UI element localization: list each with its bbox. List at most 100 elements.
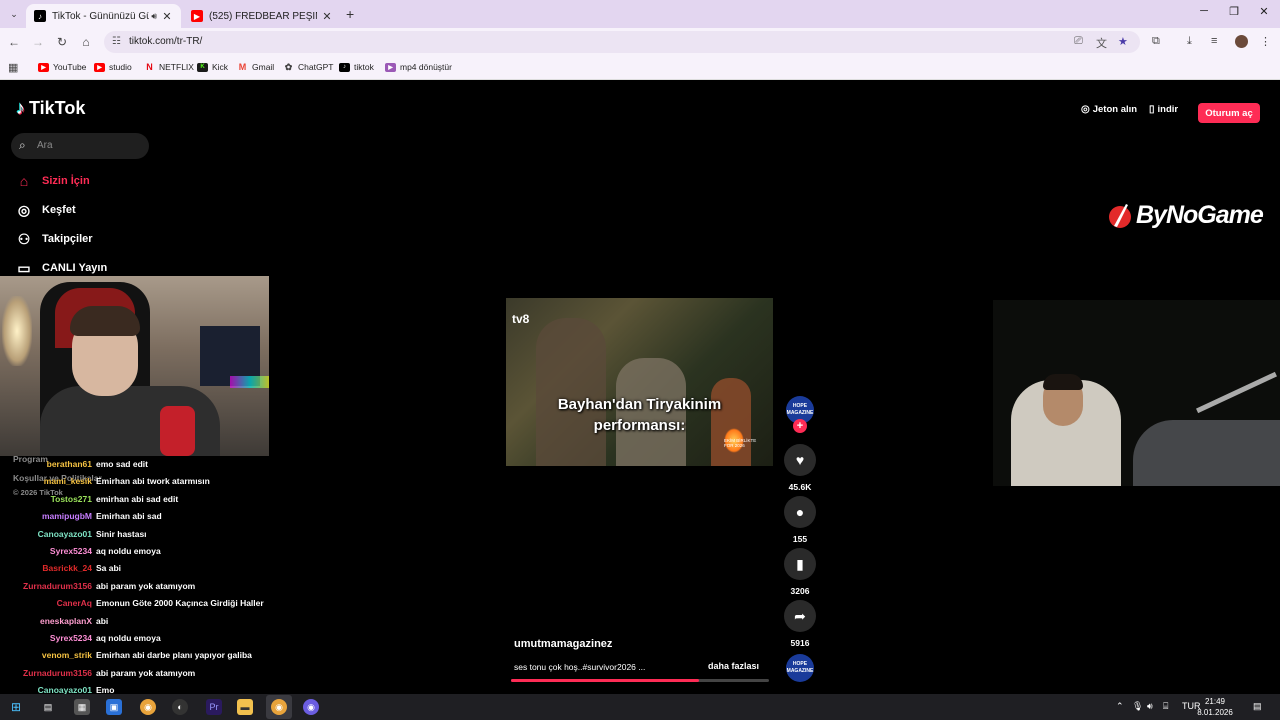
extensions-icon[interactable]: ⧉ — [1152, 35, 1160, 48]
network-icon[interactable]: ⌸ — [1163, 701, 1168, 712]
comment-button[interactable]: ● — [784, 496, 816, 528]
save-button[interactable]: ▮ — [784, 548, 816, 580]
volume-icon[interactable]: 🔊︎ — [1147, 701, 1153, 712]
chatgpt-icon: ✿ — [284, 61, 293, 72]
chat-username: Zurnadurum3156 — [23, 667, 92, 678]
speaker-icon[interactable]: 🔊︎ — [151, 11, 157, 22]
restore-icon[interactable]: ❐ — [1226, 5, 1242, 18]
task-view-icon[interactable]: ▤ — [40, 699, 56, 715]
back-icon[interactable]: ← — [6, 34, 22, 50]
chat-username: mamipugbM — [41, 511, 92, 522]
bookmark-kick[interactable]: K Kick — [197, 62, 228, 72]
bookmark-label: NETFLIX — [159, 62, 194, 72]
reading-list-icon[interactable]: ≡ — [1211, 35, 1217, 47]
nav-label: Sizin İçin — [42, 175, 90, 187]
bookmark-netflix[interactable]: N NETFLIX — [144, 62, 194, 72]
chat-message: Tostos271 emirhan abi sad edit — [0, 494, 179, 504]
video-caption: Bayhan'dan Tiryakinim performansı: — [506, 394, 773, 436]
notification-icon[interactable]: ▤ — [1253, 701, 1262, 712]
url-text[interactable]: tiktok.com/tr-TR/ — [129, 36, 202, 47]
tiktok-note-icon: ♪ — [16, 98, 25, 118]
download-app-button[interactable]: ▯ indir — [1149, 104, 1178, 115]
forward-icon[interactable]: → — [30, 34, 46, 50]
nav-for-you[interactable]: ⌂ Sizin İçin — [16, 173, 90, 189]
translate-icon[interactable]: 文 — [1096, 35, 1107, 51]
bynogame-logo: ByNoGame — [1108, 201, 1264, 230]
omnibox[interactable]: ☷ tiktok.com/tr-TR/ ⎚ 文 ★ — [104, 31, 1140, 53]
share-count: 5916 — [790, 638, 810, 648]
bookmark-label: Kick — [212, 62, 229, 72]
share-button[interactable]: ➦ — [784, 600, 816, 632]
tiktok-logo[interactable]: ♪ TikTok — [16, 98, 85, 119]
search-icon: ⌕ — [19, 138, 26, 152]
explorer-icon[interactable]: ▣ — [106, 699, 122, 715]
more-button[interactable]: daha fazlası — [708, 661, 759, 671]
video-progress[interactable] — [511, 679, 769, 682]
bookmark-label: YouTube — [53, 62, 87, 72]
get-coins-button[interactable]: ◎ Jeton alın — [1081, 104, 1137, 115]
minimize-icon[interactable]: ─ — [1196, 5, 1212, 17]
mic-icon[interactable]: 🎙︎ — [1132, 701, 1143, 712]
login-button[interactable]: Oturum aç — [1198, 103, 1260, 123]
tab-youtube[interactable]: ▶ (525) FREDBEAR PEŞİMİ BIRAKMIYOR ✕ — [183, 4, 341, 28]
caption-line: performansı: — [593, 417, 686, 434]
bookmark-mp4[interactable]: ▶ mp4 dönüştür — [385, 62, 452, 72]
nav-explore[interactable]: ◎ Keşfet — [16, 202, 76, 218]
tab-tiktok[interactable]: ♪ TikTok - Gününüzü Güzelleştirin 🔊︎ ✕ — [26, 4, 181, 28]
chat-username: venom_strik — [41, 650, 92, 661]
windows-start-icon[interactable]: ⊞ — [8, 699, 24, 715]
webcam-person-hair — [70, 306, 140, 336]
chat-message: CanerAq Emonun Göte 2000 Kaçınca Girdiği … — [0, 598, 264, 608]
reload-icon[interactable]: ↻ — [54, 34, 70, 50]
tray-expand-icon[interactable]: ⌃ — [1116, 701, 1124, 712]
tab-search-icon[interactable]: ⌄ — [6, 6, 22, 22]
bookmark-label: mp4 dönüştür — [400, 62, 452, 72]
folder-icon[interactable]: ▬ — [237, 699, 253, 715]
obs-icon[interactable]: ◐ — [172, 699, 188, 715]
app-icon[interactable]: ▦ — [74, 699, 90, 715]
download-icon[interactable]: ⤓ — [1187, 35, 1192, 48]
close-tab-icon[interactable]: ✕ — [321, 10, 333, 23]
video-author[interactable]: umutmamagazinez — [514, 638, 612, 650]
user-plus-icon: ⚇ — [17, 231, 31, 247]
nav-live[interactable]: ▭ CANLI Yayın — [16, 260, 107, 276]
music-disc-avatar[interactable]: HOPE MAGAZINE — [786, 654, 814, 682]
like-button[interactable]: ♥ — [784, 444, 816, 476]
netflix-icon: N — [146, 62, 153, 72]
search-box[interactable]: ⌕ Ara — [11, 133, 149, 159]
cast-icon[interactable]: ⎚ — [1074, 35, 1083, 48]
nav-following[interactable]: ⚇ Takipçiler — [16, 231, 93, 247]
follow-plus-icon[interactable]: + — [793, 419, 807, 433]
second-webcam — [993, 300, 1280, 486]
premiere-icon[interactable]: Pr — [206, 699, 222, 715]
video-player[interactable]: tv8 Bayhan'dan Tiryakinim performansı: E… — [506, 298, 773, 466]
chat-text: Emonun Göte 2000 Kaçınca Girdiği Haller — [96, 598, 264, 609]
tab-title: TikTok - Gününüzü Güzelleştirin — [52, 10, 150, 22]
close-window-icon[interactable]: ✕ — [1256, 5, 1272, 18]
converter-icon: ▶ — [385, 62, 396, 72]
new-tab-icon[interactable]: + — [346, 6, 360, 22]
bookmark-star-icon[interactable]: ★ — [1118, 35, 1128, 48]
menu-kebab-icon[interactable]: ⋮ — [1260, 35, 1271, 48]
bookmark-studio[interactable]: ▶ studio — [94, 62, 132, 72]
close-tab-icon[interactable]: ✕ — [161, 10, 173, 23]
bookmark-youtube[interactable]: ▶ YouTube — [38, 62, 86, 72]
bookmark-chatgpt[interactable]: ✿ ChatGPT — [283, 61, 334, 73]
webcam-mic-arm — [1196, 371, 1277, 414]
kick-icon: K — [197, 62, 208, 72]
bookmark-tiktok[interactable]: ♪ tiktok — [339, 62, 374, 72]
profile-avatar[interactable] — [1235, 35, 1248, 48]
logo-text: TikTok — [29, 98, 86, 118]
site-info-icon[interactable]: ☷ — [112, 36, 121, 47]
bookmark-gmail[interactable]: M Gmail — [237, 62, 274, 72]
browser-profile-icon[interactable]: ◉ — [303, 699, 319, 715]
bookmark-label: tiktok — [354, 62, 374, 72]
home-icon[interactable]: ⌂ — [78, 34, 94, 50]
chrome-icon[interactable]: ◉ — [271, 699, 287, 715]
phone-icon: ▯ — [1149, 104, 1155, 115]
search-input[interactable]: Ara — [37, 140, 53, 151]
chat-message: Syrex5234 aq noldu emoya — [0, 546, 161, 556]
apps-grid-icon[interactable]: ▦ — [8, 61, 18, 74]
chrome-icon[interactable]: ◉ — [140, 699, 156, 715]
clock[interactable]: 21:49 8.01.2026 — [1197, 696, 1233, 718]
